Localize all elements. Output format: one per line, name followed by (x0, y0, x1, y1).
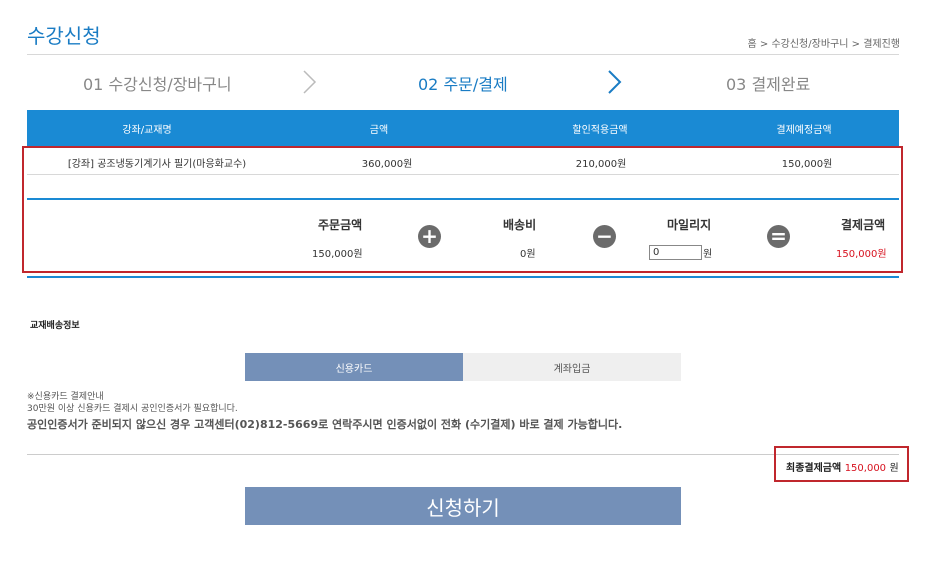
final-total: 최종결제금액 150,000 원 (786, 459, 899, 474)
minus-icon: − (593, 225, 616, 248)
tab-credit-card[interactable]: 신용카드 (245, 353, 463, 381)
submit-button[interactable]: 신청하기 (245, 487, 681, 525)
column-header-price: 금액 (369, 124, 389, 136)
payment-amount-value: 150,000원 (836, 249, 887, 260)
equals-icon: = (767, 225, 790, 248)
breadcrumb-current: 결제진행 (863, 39, 900, 50)
step-complete: 03 결제완료 (726, 75, 811, 94)
tab-bank-transfer[interactable]: 계좌입금 (463, 353, 681, 381)
breadcrumb-separator-icon: > (851, 39, 864, 50)
shipping-label: 배송비 (503, 218, 537, 232)
page-title: 수강신청 (27, 24, 101, 48)
final-total-amount: 150,000 (844, 463, 887, 474)
mileage-input[interactable] (649, 245, 702, 260)
final-divider (27, 454, 899, 455)
plus-icon: + (418, 225, 441, 248)
delivery-section-title: 교재배송정보 (30, 321, 80, 331)
mileage-label: 마일리지 (667, 218, 712, 232)
breadcrumb: 홈 > 수강신청/장바구니 > 결제진행 (748, 35, 901, 50)
chevron-right-icon (303, 70, 317, 94)
order-table: 강좌/교재명 금액 할인적용금액 결제예정금액 [강좌] 공조냉동기계기사 필기… (27, 110, 899, 200)
step-cart: 01 수강신청/장바구니 (83, 75, 232, 94)
highlight-box-order (22, 146, 903, 273)
progress-steps: 01 수강신청/장바구니 02 주문/결제 03 결제완료 (27, 62, 899, 102)
payment-amount-label: 결제금액 (841, 218, 886, 232)
summary-bottom-divider (27, 276, 899, 278)
final-total-label: 최종결제금액 (786, 463, 842, 474)
column-header-course: 강좌/교재명 (122, 124, 172, 136)
column-header-discount: 할인적용금액 (572, 124, 628, 136)
card-notice-threshold: 30만원 이상 신용카드 결제시 공인인증서가 필요합니다. (27, 404, 238, 414)
mileage-unit: 원 (703, 249, 713, 260)
step-order-payment: 02 주문/결제 (418, 75, 508, 94)
card-notice-contact: 공인인증서가 준비되지 않으신 경우 고객센터(02)812-5669로 연락주… (27, 418, 623, 431)
table-header: 강좌/교재명 금액 할인적용금액 결제예정금액 (27, 110, 899, 146)
payment-method-tabs: 신용카드 계좌입금 (245, 353, 681, 381)
final-total-unit: 원 (889, 463, 899, 474)
breadcrumb-home[interactable]: 홈 (748, 39, 757, 50)
order-amount-label: 주문금액 (318, 218, 363, 232)
shipping-value: 0원 (520, 249, 536, 260)
column-header-expected: 결제예정금액 (776, 124, 832, 136)
order-amount-value: 150,000원 (312, 249, 363, 260)
breadcrumb-cart[interactable]: 수강신청/장바구니 (771, 39, 848, 50)
chevron-right-icon (608, 70, 622, 94)
title-divider (27, 54, 899, 55)
breadcrumb-separator-icon: > (759, 39, 772, 50)
